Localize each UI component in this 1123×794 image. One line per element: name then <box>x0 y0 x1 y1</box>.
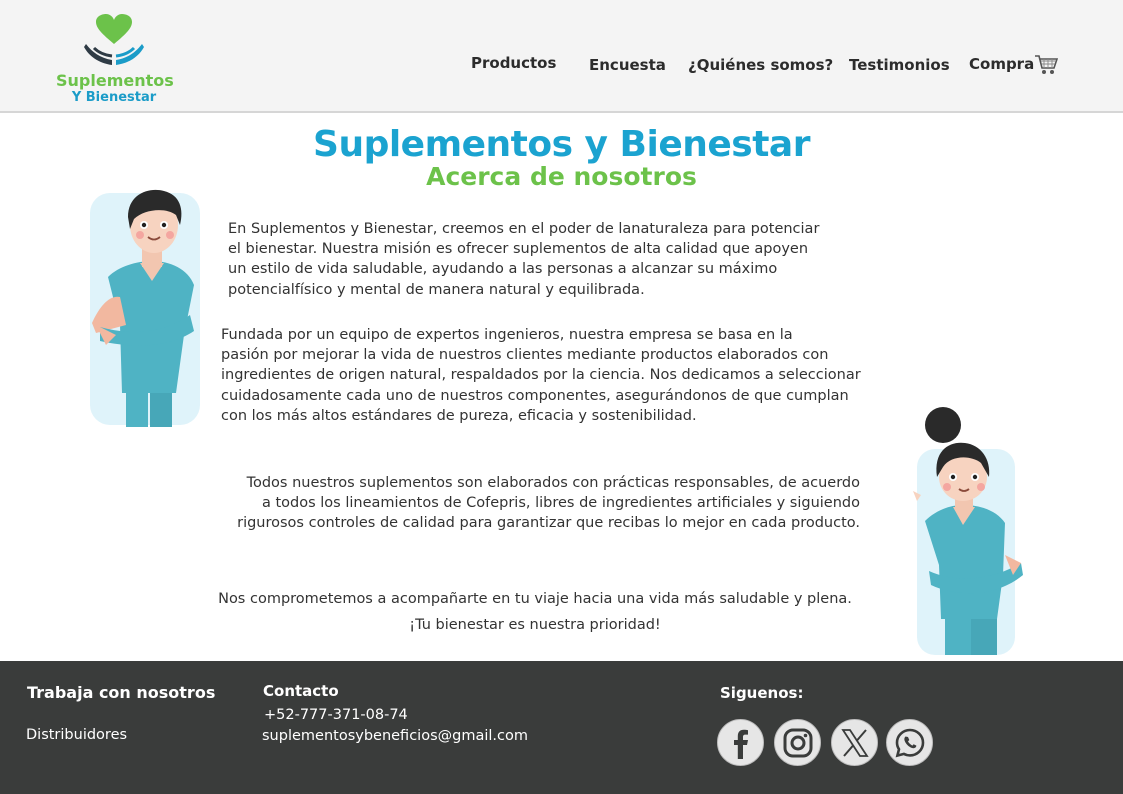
about-paragraph-4: Nos comprometemos a acompañarte en tu vi… <box>218 591 852 633</box>
contact-email[interactable]: suplementosybeneficios@gmail.com <box>262 728 528 744</box>
work-with-us-heading: Trabaja con nosotros <box>27 683 216 702</box>
nav-productos[interactable]: Productos <box>471 54 556 72</box>
nav-testimonios[interactable]: Testimonios <box>849 56 950 74</box>
contact-phone[interactable]: +52-777-371-08-74 <box>264 707 408 723</box>
facebook-icon[interactable] <box>717 719 764 766</box>
site-footer: Trabaja con nosotros Distribuidores Cont… <box>0 661 1123 794</box>
cart-icon[interactable] <box>1034 54 1059 80</box>
about-paragraph-2: Fundada por un equipo de expertos ingeni… <box>221 327 861 424</box>
nav-compra[interactable]: Compra <box>969 55 1034 73</box>
distributors-link[interactable]: Distribuidores <box>26 727 127 743</box>
male-nurse-illustration <box>80 185 205 434</box>
heart-hands-icon <box>84 14 144 65</box>
follow-us-heading: Siguenos: <box>720 684 804 702</box>
page-title: Suplementos y Bienestar <box>313 124 810 165</box>
about-paragraph-3: Todos nuestros suplementos son elaborado… <box>237 475 860 532</box>
logo-text-top: Suplementos <box>56 71 174 90</box>
logo-text-bottom: Y Bienestar <box>71 90 157 105</box>
nav-quienes-somos[interactable]: ¿Quiénes somos? <box>688 56 833 74</box>
nav-encuesta[interactable]: Encuesta <box>589 56 666 74</box>
whatsapp-icon[interactable] <box>886 719 933 766</box>
x-icon[interactable] <box>831 719 878 766</box>
site-header: Suplementos Y Bienestar Productos Encues… <box>0 0 1123 113</box>
about-paragraph-1: En Suplementos y Bienestar, creemos en e… <box>228 221 820 298</box>
logo[interactable]: Suplementos Y Bienestar <box>56 14 174 105</box>
female-nurse-illustration <box>905 405 1030 661</box>
contact-heading: Contacto <box>263 682 339 700</box>
instagram-icon[interactable] <box>774 719 821 766</box>
